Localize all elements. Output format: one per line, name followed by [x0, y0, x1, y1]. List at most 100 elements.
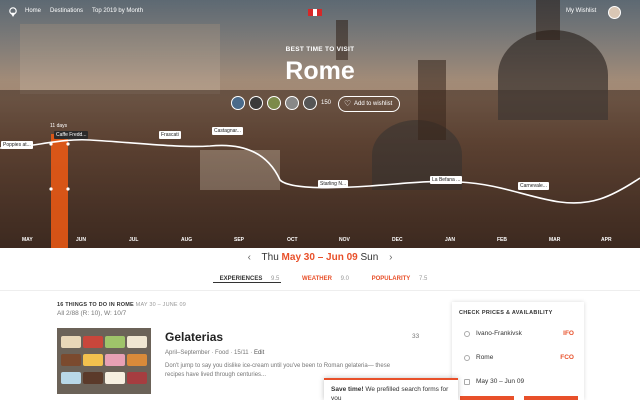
item-meta-text: April–September · Food · 15/11 · — [165, 350, 253, 356]
tab-popularity[interactable]: POPULARITY 7.5 — [365, 276, 428, 282]
range-end-handle[interactable] — [66, 142, 70, 146]
month-label[interactable]: JUL — [129, 237, 138, 243]
calendar-icon — [464, 379, 470, 385]
range-start-handle[interactable] — [49, 187, 53, 191]
check-prices-panel: CHECK PRICES & AVAILABILITY Ivano-Franki… — [452, 302, 584, 400]
top-nav: Home Destinations Top 2019 by Month My W… — [0, 6, 640, 20]
month-label[interactable]: AUG — [181, 237, 192, 243]
nav-top-by-month[interactable]: Top 2019 by Month — [92, 8, 143, 14]
month-label[interactable]: JAN — [445, 237, 455, 243]
dates-field[interactable]: May 30 – Jun 09 — [460, 376, 578, 390]
pin-logo-icon[interactable] — [8, 7, 18, 17]
date-prefix: Thu — [261, 252, 279, 263]
my-wishlist-link[interactable]: My Wishlist — [566, 8, 596, 14]
destination-marker-icon — [464, 355, 470, 361]
tab-weather-score: 9.0 — [340, 276, 349, 282]
tab-experiences[interactable]: EXPERIENCES 9.5 — [212, 276, 282, 283]
date-range-bar: ‹ Thu May 30 – Jun 09 Sun › — [0, 252, 640, 263]
nav-home[interactable]: Home — [25, 8, 41, 14]
score-line — [0, 138, 640, 204]
things-to-do-subheading: All 2/88 (R: 10), W: 10/7 — [57, 310, 127, 317]
destination-field[interactable]: Rome FCO — [460, 352, 578, 366]
toast-bold: Save time! — [331, 386, 364, 393]
item-meta: April–September · Food · 15/11 · Edit — [165, 350, 264, 356]
dates-label: May 30 – Jun 09 — [476, 378, 525, 385]
add-to-wishlist-label: Add to wishlist — [354, 101, 393, 107]
date-range-start: May 30 — [281, 252, 315, 263]
destination-code: FCO — [560, 354, 574, 361]
contributor-count: 150 — [321, 100, 332, 106]
prefill-toast: Save time! We prefilled search forms for… — [324, 378, 458, 400]
tab-weather[interactable]: WEATHER 9.0 — [295, 276, 351, 282]
month-label[interactable]: MAY — [22, 237, 33, 243]
origin-code: IFO — [563, 330, 574, 337]
contributor-avatar[interactable] — [303, 96, 317, 110]
panel-heading: CHECK PRICES & AVAILABILITY — [459, 310, 553, 316]
things-to-do-heading: 16 THINGS TO DO IN ROME MAY 30 – JUNE 09 — [57, 302, 186, 308]
origin-marker-icon — [464, 331, 470, 337]
event-tag[interactable]: Frascati — [159, 131, 181, 139]
date-range-dash: – — [317, 252, 324, 263]
contributor-avatar[interactable] — [249, 96, 263, 110]
tab-experiences-label: EXPERIENCES — [219, 276, 263, 282]
gelato-tray — [61, 372, 81, 384]
origin-field[interactable]: Ivano-Frankivsk IFO — [460, 328, 578, 342]
date-suffix: Sun — [360, 252, 379, 263]
gelato-tray — [127, 336, 147, 348]
gelato-tray — [83, 354, 103, 366]
chevron-left-icon[interactable]: ‹ — [248, 252, 251, 263]
range-start-handle[interactable] — [49, 142, 53, 146]
hero-title: BEST TIME TO VISIT Rome — [0, 46, 640, 86]
month-label[interactable]: APR — [601, 237, 612, 243]
event-tag[interactable]: Starling N... — [318, 180, 349, 188]
edit-link[interactable]: Edit — [254, 350, 264, 356]
gelato-tray — [127, 354, 147, 366]
add-to-wishlist-button[interactable]: ♡ Add to wishlist — [338, 96, 400, 112]
gelato-tray — [83, 336, 103, 348]
date-range-end: Jun 09 — [326, 252, 358, 263]
search-hotels-button[interactable] — [524, 396, 578, 400]
event-tag[interactable]: La Befana ... — [430, 176, 463, 184]
gelato-tray — [127, 372, 147, 384]
month-label[interactable]: DEC — [392, 237, 403, 243]
gelato-tray — [105, 354, 125, 366]
month-label[interactable]: MAR — [549, 237, 560, 243]
tab-popularity-score: 7.5 — [418, 276, 428, 282]
gelato-tray — [105, 336, 125, 348]
language-flag-icon[interactable] — [308, 9, 322, 16]
destination-label: Rome — [476, 354, 494, 361]
search-flights-button[interactable] — [460, 396, 514, 400]
things-to-do-dates: MAY 30 – JUNE 09 — [135, 302, 187, 308]
month-label[interactable]: SEP — [234, 237, 244, 243]
tab-popularity-label: POPULARITY — [371, 276, 411, 282]
event-tag[interactable]: Caffe Fredd... — [54, 131, 89, 139]
range-end-handle[interactable] — [66, 187, 70, 191]
nav-destinations[interactable]: Destinations — [50, 8, 83, 14]
month-label[interactable]: JUN — [76, 237, 86, 243]
section-divider — [0, 290, 640, 291]
tab-weather-label: WEATHER — [302, 276, 332, 282]
origin-label: Ivano-Frankivsk — [476, 330, 522, 337]
event-tag[interactable]: Carnevale... — [518, 182, 549, 190]
item-title[interactable]: Gelaterias — [165, 330, 223, 344]
event-tag[interactable]: Castagnar... — [212, 127, 243, 135]
contributor-avatar[interactable] — [231, 96, 245, 110]
item-like-count[interactable]: 33 — [412, 333, 419, 340]
gelato-tray — [61, 354, 81, 366]
contributor-avatar[interactable] — [285, 96, 299, 110]
chevron-right-icon[interactable]: › — [389, 252, 392, 263]
contributor-avatar[interactable] — [267, 96, 281, 110]
month-label[interactable]: FEB — [497, 237, 507, 243]
gelateria-photo[interactable] — [57, 328, 151, 394]
month-label[interactable]: OCT — [287, 237, 298, 243]
gelato-tray — [61, 336, 81, 348]
panel-buttons — [460, 396, 578, 400]
user-avatar[interactable] — [608, 6, 621, 19]
tab-experiences-score: 9.5 — [271, 276, 280, 282]
best-time-kicker: BEST TIME TO VISIT — [285, 46, 355, 53]
things-to-do-title: 16 THINGS TO DO IN ROME — [57, 302, 134, 308]
month-label[interactable]: NOV — [339, 237, 350, 243]
gelato-tray — [83, 372, 103, 384]
heart-icon: ♡ — [344, 99, 352, 108]
event-tag[interactable]: Poppies at... — [1, 141, 33, 149]
